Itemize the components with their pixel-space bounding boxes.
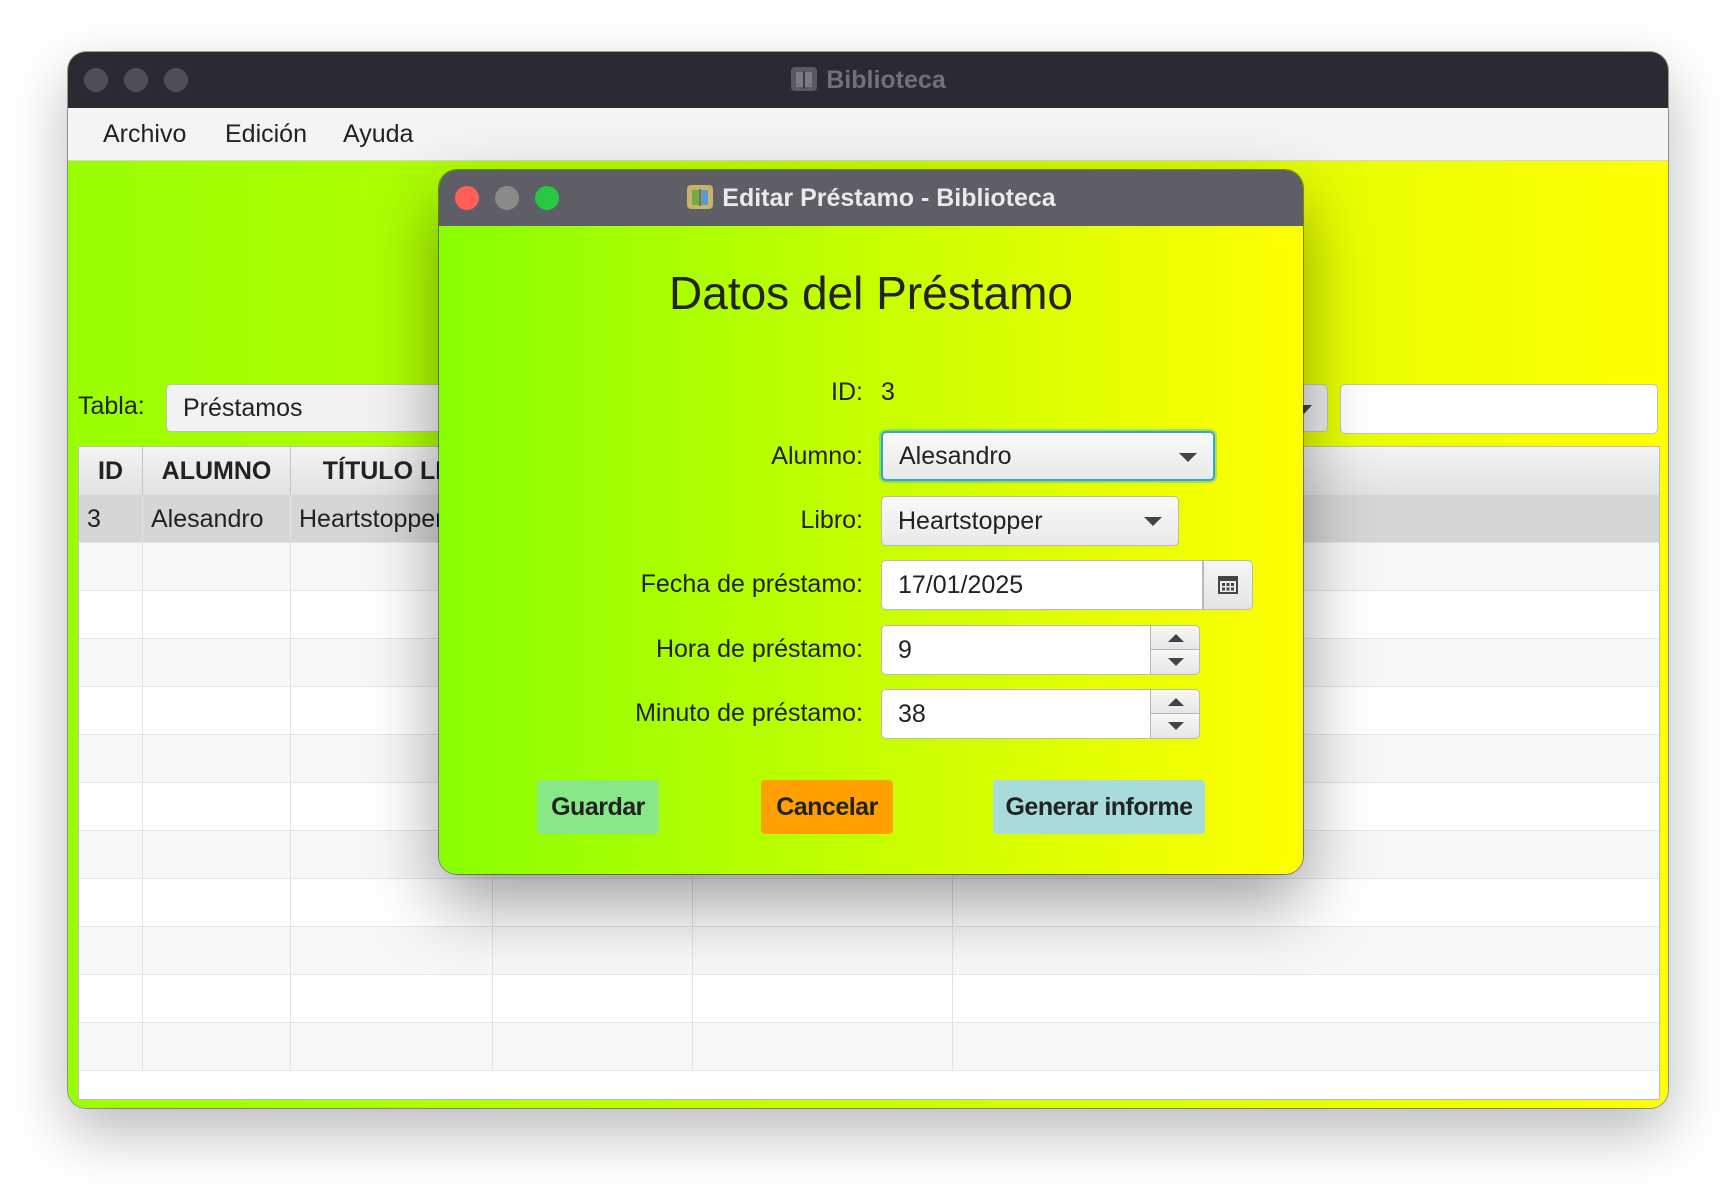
minuto-decrement-button[interactable] <box>1150 714 1200 739</box>
cell-id: 3 <box>79 495 143 543</box>
alumno-value: Alesandro <box>899 442 1012 470</box>
chevron-down-icon <box>1168 722 1184 730</box>
column-separator <box>692 879 693 927</box>
column-separator <box>142 639 143 687</box>
column-separator <box>290 1023 291 1071</box>
column-separator <box>142 591 143 639</box>
column-separator <box>142 975 143 1023</box>
column-separator <box>952 975 953 1023</box>
column-separator <box>290 927 291 975</box>
column-separator <box>692 927 693 975</box>
id-label: ID: <box>831 378 863 406</box>
column-separator <box>492 975 493 1023</box>
column-separator <box>952 879 953 927</box>
empty-table-row <box>79 1023 1659 1071</box>
book-icon <box>686 175 714 209</box>
column-separator <box>290 543 291 591</box>
empty-table-row <box>79 927 1659 975</box>
id-value: 3 <box>881 378 895 406</box>
window-title-text: Biblioteca <box>826 66 946 94</box>
column-separator <box>142 831 143 879</box>
column-separator <box>692 975 693 1023</box>
minuto-increment-button[interactable] <box>1150 689 1200 714</box>
chevron-down-icon <box>1179 453 1197 462</box>
cell-alumno: Alesandro <box>143 495 291 543</box>
column-separator <box>290 783 291 831</box>
generar-informe-button[interactable]: Generar informe <box>993 780 1205 834</box>
calendar-button[interactable] <box>1203 560 1253 610</box>
chevron-down-icon <box>1168 658 1184 666</box>
column-separator <box>290 639 291 687</box>
window-title: Biblioteca <box>68 52 1668 108</box>
column-separator <box>492 927 493 975</box>
hora-increment-button[interactable] <box>1150 625 1200 650</box>
column-separator <box>142 783 143 831</box>
menu-archivo[interactable]: Archivo <box>103 108 186 160</box>
editar-prestamo-dialog: Editar Préstamo - Biblioteca Datos del P… <box>439 170 1303 874</box>
column-separator <box>290 879 291 927</box>
tabla-label: Tabla: <box>78 392 145 420</box>
column-separator <box>492 1023 493 1071</box>
menu-edicion[interactable]: Edición <box>225 108 307 160</box>
column-separator <box>290 975 291 1023</box>
cancelar-button[interactable]: Cancelar <box>761 780 893 834</box>
column-separator <box>142 735 143 783</box>
alumno-combo[interactable]: Alesandro <box>881 431 1215 481</box>
search-input[interactable] <box>1340 384 1658 434</box>
fecha-label: Fecha de préstamo: <box>640 570 863 598</box>
chevron-up-icon <box>1168 698 1184 706</box>
calendar-icon <box>1218 576 1238 594</box>
alumno-label: Alumno: <box>771 442 863 470</box>
column-separator <box>952 1023 953 1071</box>
hora-spinner-input[interactable]: 9 <box>881 625 1151 675</box>
main-titlebar: Biblioteca <box>68 52 1668 108</box>
chevron-up-icon <box>1168 634 1184 642</box>
tabla-select[interactable]: Préstamos <box>166 384 466 432</box>
libro-label: Libro: <box>800 506 863 534</box>
libro-value: Heartstopper <box>898 507 1043 535</box>
dialog-title: Editar Préstamo - Biblioteca <box>439 170 1303 226</box>
column-separator <box>952 927 953 975</box>
column-separator <box>492 879 493 927</box>
fecha-input[interactable]: 17/01/2025 <box>881 560 1203 610</box>
minuto-label: Minuto de préstamo: <box>635 699 863 727</box>
chevron-down-icon <box>1144 517 1162 526</box>
dialog-title-text: Editar Préstamo - Biblioteca <box>722 184 1056 212</box>
column-separator <box>290 831 291 879</box>
empty-table-row <box>79 975 1659 1023</box>
libro-combo[interactable]: Heartstopper <box>881 496 1179 546</box>
hora-label: Hora de préstamo: <box>655 635 863 663</box>
minuto-spinner-input[interactable]: 38 <box>881 689 1151 739</box>
column-separator <box>142 687 143 735</box>
column-separator <box>142 927 143 975</box>
empty-table-row <box>79 879 1659 927</box>
guardar-button[interactable]: Guardar <box>537 780 659 834</box>
column-separator <box>692 1023 693 1071</box>
column-separator <box>290 687 291 735</box>
column-separator <box>290 735 291 783</box>
column-separator <box>142 1023 143 1071</box>
column-header-alumno[interactable]: ALUMNO <box>143 447 291 495</box>
column-separator <box>290 591 291 639</box>
dialog-titlebar: Editar Préstamo - Biblioteca <box>439 170 1303 226</box>
menu-ayuda[interactable]: Ayuda <box>343 108 413 160</box>
column-header-id[interactable]: ID <box>79 447 143 495</box>
column-separator <box>142 879 143 927</box>
book-icon <box>790 57 818 91</box>
column-separator <box>142 543 143 591</box>
menubar: Archivo Edición Ayuda <box>68 108 1668 161</box>
hora-decrement-button[interactable] <box>1150 650 1200 675</box>
dialog-heading: Datos del Préstamo <box>669 267 1073 319</box>
